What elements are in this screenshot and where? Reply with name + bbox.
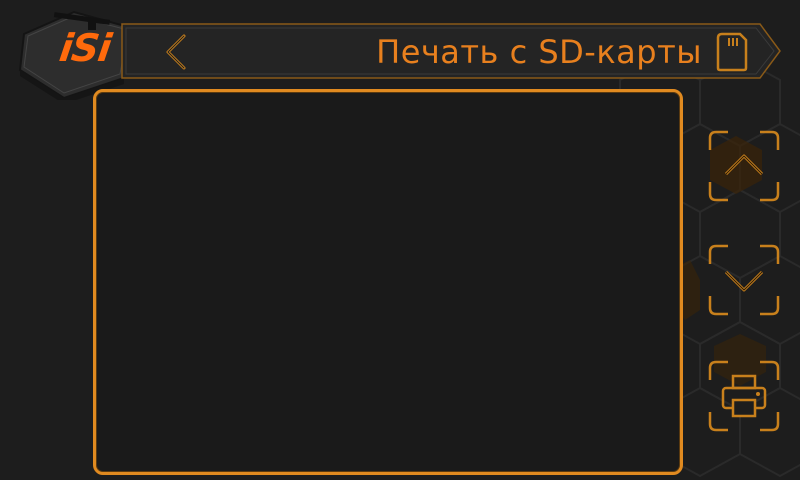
back-button[interactable]	[160, 30, 196, 74]
chevron-left-icon	[166, 34, 186, 70]
chevron-down-icon	[708, 244, 780, 316]
scroll-down-button[interactable]	[708, 244, 780, 316]
sd-card-icon	[716, 32, 748, 72]
print-button[interactable]	[708, 360, 780, 432]
page-title: Печать с SD-карты	[376, 33, 702, 71]
printer-icon	[708, 360, 780, 432]
logo-text: iSi	[56, 26, 114, 70]
scroll-up-button[interactable]	[708, 130, 780, 202]
file-list-panel[interactable]	[93, 89, 683, 475]
chevron-up-icon	[708, 130, 780, 202]
